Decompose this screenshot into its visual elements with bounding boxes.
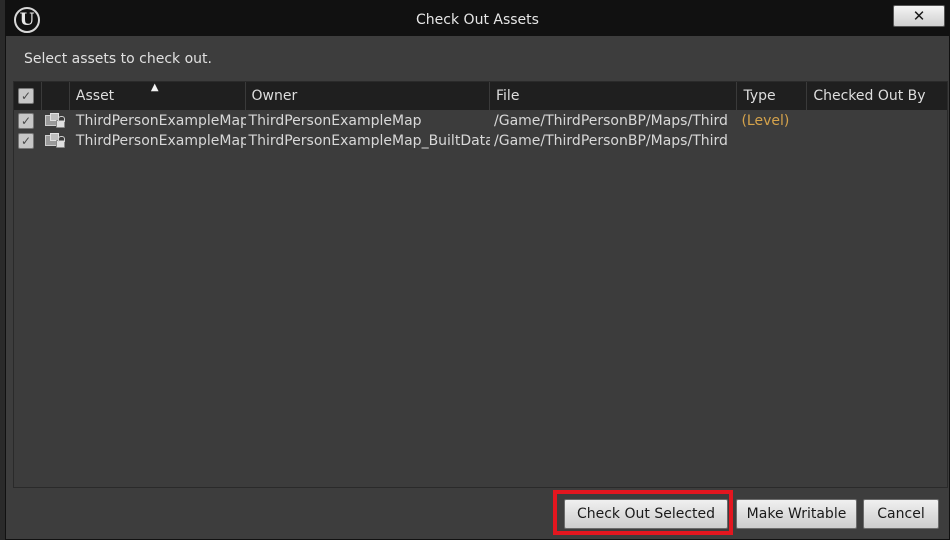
assets-table: ✓ ▲ Asset Owner File Type Checked Out By… xyxy=(13,81,948,488)
file-cell: /Game/ThirdPersonBP/Maps/Third xyxy=(494,133,728,149)
type-cell xyxy=(737,131,807,151)
file-cell: /Game/ThirdPersonBP/Maps/Third xyxy=(494,113,728,129)
owner-cell: ThirdPersonExampleMap_BuiltData xyxy=(248,133,490,149)
locked-asset-icon xyxy=(44,113,65,129)
sort-ascending-icon: ▲ xyxy=(150,82,159,93)
cancel-button[interactable]: Cancel xyxy=(863,499,939,529)
row-checkbox-cell[interactable]: ✓ xyxy=(14,111,42,131)
checked-out-by-cell xyxy=(807,111,947,131)
asset-type-icon-cell xyxy=(42,111,70,131)
title-bar[interactable]: U Check Out Assets ✕ xyxy=(6,1,949,36)
table-row[interactable]: ✓ ThirdPersonExampleMap ThirdPersonExamp… xyxy=(14,111,947,131)
instruction-text: Select assets to check out. xyxy=(24,51,212,67)
checked-out-by-cell xyxy=(807,131,947,151)
type-cell: (Level) xyxy=(741,113,790,129)
select-all-checkbox-cell[interactable]: ✓ xyxy=(14,82,42,110)
make-writable-button[interactable]: Make Writable xyxy=(736,499,857,529)
column-header-checked-out-by[interactable]: Checked Out By xyxy=(807,82,947,110)
column-label-type: Type xyxy=(743,88,776,104)
row-checkbox[interactable]: ✓ xyxy=(18,113,34,129)
locked-asset-icon xyxy=(44,133,65,149)
table-header: ✓ ▲ Asset Owner File Type Checked Out By xyxy=(14,82,947,110)
icon-column-header xyxy=(42,82,70,110)
column-header-asset[interactable]: ▲ Asset xyxy=(70,82,246,110)
asset-cell: ThirdPersonExampleMap xyxy=(75,133,246,149)
column-header-type[interactable]: Type xyxy=(737,82,808,110)
asset-type-icon-cell xyxy=(42,131,70,151)
asset-cell: ThirdPersonExampleMap xyxy=(75,113,246,129)
select-all-checkbox[interactable]: ✓ xyxy=(18,88,34,104)
check-out-assets-dialog: U Check Out Assets ✕ Select assets to ch… xyxy=(5,0,950,540)
column-header-owner[interactable]: Owner xyxy=(246,82,490,110)
column-label-checked-out-by: Checked Out By xyxy=(813,88,926,104)
column-label-asset: Asset xyxy=(75,88,115,104)
column-header-file[interactable]: File xyxy=(490,82,738,110)
column-label-owner: Owner xyxy=(251,88,298,104)
close-button[interactable]: ✕ xyxy=(893,5,945,27)
row-checkbox-cell[interactable]: ✓ xyxy=(14,131,42,151)
dialog-title: Check Out Assets xyxy=(416,12,539,28)
close-icon: ✕ xyxy=(912,6,926,25)
table-row[interactable]: ✓ ThirdPersonExampleMap ThirdPersonExamp… xyxy=(14,131,947,151)
highlight-annotation-box xyxy=(553,490,733,535)
row-checkbox[interactable]: ✓ xyxy=(18,133,34,149)
column-label-file: File xyxy=(496,88,520,104)
owner-cell: ThirdPersonExampleMap xyxy=(248,113,422,129)
